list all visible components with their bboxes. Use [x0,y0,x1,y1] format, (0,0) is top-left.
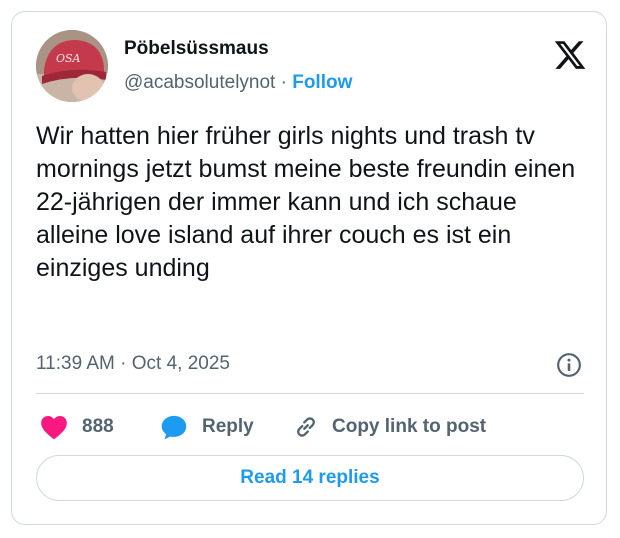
timestamp-separator: · [120,353,127,374]
avatar-cap-text: OSA [56,52,81,65]
avatar[interactable]: OSA [36,30,108,102]
read-replies-label: Read 14 replies [240,467,380,488]
reply-label: Reply [202,416,254,437]
author-display-name[interactable]: Pöbelsüssmaus [124,38,269,60]
read-replies-button[interactable]: Read 14 replies [36,455,584,501]
heart-icon [41,416,67,440]
copy-link-button[interactable]: Copy link to post [292,412,486,442]
tweet-date: Oct 4, 2025 [131,353,230,374]
author-handle[interactable]: @acabsolutelynot [124,72,275,93]
link-icon [297,417,315,437]
tweet-timestamp[interactable]: 11:39 AM · Oct 4, 2025 [36,353,230,375]
author-handle-row: @acabsolutelynot · Follow [124,72,352,94]
x-logo-icon[interactable] [553,38,587,72]
avatar-image: OSA [36,30,108,102]
reply-button[interactable]: Reply [160,412,254,442]
tweet-text: Wir hatten hier früher girls nights und … [36,122,576,282]
tweet-time: 11:39 AM [36,353,115,374]
like-count: 888 [82,416,114,437]
follow-button[interactable]: Follow [292,72,352,93]
handle-separator: · [280,72,287,93]
info-icon[interactable] [556,352,582,378]
reply-bubble-icon [161,415,187,440]
like-button[interactable]: 888 [40,412,114,442]
copy-link-label: Copy link to post [332,416,487,437]
divider [36,393,584,394]
tweet-card: OSA Pöbelsüssmaus @acabsolutelynot · Fol… [11,11,607,525]
